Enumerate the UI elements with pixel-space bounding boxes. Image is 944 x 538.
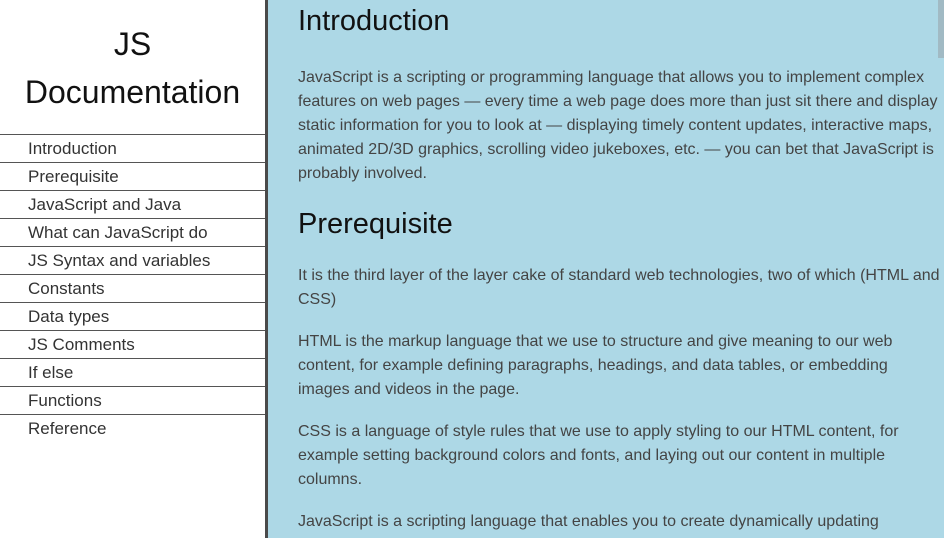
nav-item-functions[interactable]: Functions: [0, 386, 265, 414]
nav-link-functions[interactable]: Functions: [28, 391, 102, 410]
nav-link-js-comments[interactable]: JS Comments: [28, 335, 135, 354]
nav-item-javascript-and-java[interactable]: JavaScript and Java: [0, 190, 265, 218]
section-heading-introduction: Introduction: [298, 5, 450, 37]
navbar-title-line2: Documentation: [24, 74, 241, 110]
prerequisite-paragraph: CSS is a language of style rules that we…: [298, 423, 899, 488]
nav-list: Introduction Prerequisite JavaScript and…: [0, 134, 265, 442]
nav-item-data-types[interactable]: Data types: [0, 302, 265, 330]
navbar-title: JS Documentation: [0, 0, 265, 116]
nav-link-data-types[interactable]: Data types: [28, 307, 109, 326]
nav-item-reference[interactable]: Reference: [0, 414, 265, 442]
nav-link-javascript-and-java[interactable]: JavaScript and Java: [28, 195, 181, 214]
section-prerequisite: Prerequisite It is the third layer of th…: [298, 207, 940, 538]
section-heading-prerequisite: Prerequisite: [298, 208, 453, 240]
nav-link-if-else[interactable]: If else: [28, 363, 73, 382]
nav-link-what-can-javascript-do[interactable]: What can JavaScript do: [28, 223, 208, 242]
section-introduction: Introduction JavaScript is a scripting o…: [298, 0, 940, 186]
prerequisite-paragraph: HTML is the markup language that we use …: [298, 333, 893, 398]
main-content: Introduction JavaScript is a scripting o…: [298, 0, 940, 538]
prerequisite-paragraph: JavaScript is a scripting language that …: [298, 513, 879, 538]
nav-item-prerequisite[interactable]: Prerequisite: [0, 162, 265, 190]
nav-item-what-can-javascript-do[interactable]: What can JavaScript do: [0, 218, 265, 246]
introduction-paragraph: JavaScript is a scripting or programming…: [298, 69, 938, 182]
main-doc[interactable]: Introduction JavaScript is a scripting o…: [268, 0, 944, 538]
prerequisite-paragraph: It is the third layer of the layer cake …: [298, 267, 940, 308]
main-scrollbar[interactable]: [938, 0, 944, 58]
nav-link-introduction[interactable]: Introduction: [28, 139, 117, 158]
nav-link-reference[interactable]: Reference: [28, 419, 106, 438]
sidebar-navbar: JS Documentation Introduction Prerequisi…: [0, 0, 268, 538]
nav-link-js-syntax-and-variables[interactable]: JS Syntax and variables: [28, 251, 210, 270]
nav-item-constants[interactable]: Constants: [0, 274, 265, 302]
nav-item-if-else[interactable]: If else: [0, 358, 265, 386]
navbar-title-line1: JS: [113, 26, 152, 62]
nav-link-constants[interactable]: Constants: [28, 279, 105, 298]
nav-item-js-syntax-and-variables[interactable]: JS Syntax and variables: [0, 246, 265, 274]
nav-item-introduction[interactable]: Introduction: [0, 134, 265, 162]
nav-link-prerequisite[interactable]: Prerequisite: [28, 167, 119, 186]
nav-item-js-comments[interactable]: JS Comments: [0, 330, 265, 358]
